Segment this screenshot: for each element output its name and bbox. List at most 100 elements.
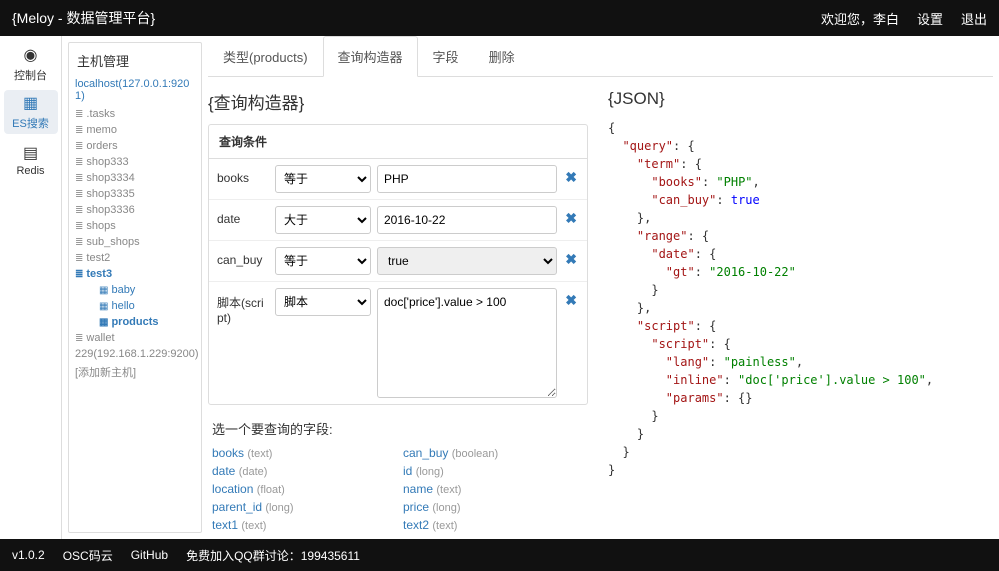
db-icon: ≣ <box>75 109 83 120</box>
tree-label: baby <box>111 284 135 296</box>
field-link[interactable]: books (text) <box>212 446 393 460</box>
field-link[interactable]: id (long) <box>403 464 584 478</box>
tree-label: sub_shops <box>86 236 139 248</box>
field-link[interactable]: date (date) <box>212 464 393 478</box>
db-icon: ≣ <box>75 237 83 248</box>
tree-label: wallet <box>86 332 114 344</box>
builder-title: {查询构造器} <box>208 89 588 114</box>
condition-value[interactable] <box>377 206 557 234</box>
tree-label: shop3336 <box>86 204 134 216</box>
tab-builder[interactable]: 查询构造器 <box>323 36 418 77</box>
condition-label: 脚本(script) <box>217 288 269 325</box>
tree-item[interactable]: ≣shop3334 <box>75 170 195 186</box>
db-icon: ≣ <box>75 189 83 200</box>
db-icon: ≣ <box>75 173 83 184</box>
operator-select[interactable]: 脚本 <box>275 288 371 316</box>
settings-link[interactable]: 设置 <box>917 9 943 28</box>
condition-row: date 大于 ✖ <box>209 200 587 241</box>
tab-delete[interactable]: 删除 <box>474 36 530 76</box>
tree-item[interactable]: ≣orders <box>75 138 195 154</box>
tree-item[interactable]: ▦baby <box>75 282 195 298</box>
tree-item[interactable]: ≣shop3336 <box>75 202 195 218</box>
condition-value[interactable] <box>377 165 557 193</box>
table-icon: ▦ <box>99 301 108 312</box>
db-icon: ≣ <box>75 141 83 152</box>
condition-row: 脚本(script)脚本 ✖ <box>209 282 587 404</box>
field-link[interactable]: location (float) <box>212 482 393 496</box>
nav-redis[interactable]: ▤ Redis <box>4 138 58 182</box>
host2-text[interactable]: 229(192.168.1.229:9200) <box>75 346 195 362</box>
nav-es[interactable]: ▦ ES搜索 <box>4 90 58 134</box>
add-host-link[interactable]: [添加新主机] <box>75 362 195 382</box>
operator-select[interactable]: 大于 <box>275 206 371 234</box>
tree-item[interactable]: ≣sub_shops <box>75 234 195 250</box>
tree-item[interactable]: ≣memo <box>75 122 195 138</box>
condition-value[interactable]: true <box>377 247 557 275</box>
tree-item[interactable]: ≣shops <box>75 218 195 234</box>
tree-label: products <box>111 316 158 328</box>
tree-item[interactable]: ≣shop3335 <box>75 186 195 202</box>
json-output: { "query": { "term": { "books": "PHP", "… <box>608 119 993 479</box>
tree-label: shop3334 <box>86 172 134 184</box>
tree-label: shops <box>86 220 115 232</box>
condition-value[interactable] <box>377 288 557 398</box>
field-link[interactable]: text2 (text) <box>403 518 584 532</box>
remove-icon[interactable]: ✖ <box>563 288 579 313</box>
footer-github[interactable]: GitHub <box>131 548 168 562</box>
footer-osc[interactable]: OSC码云 <box>63 547 113 564</box>
panel-header: 查询条件 <box>209 125 587 159</box>
db-icon: ≣ <box>75 221 83 232</box>
tree-item-test3[interactable]: ≣test3 <box>75 266 195 282</box>
app-title: {Meloy - 数据管理平台} <box>12 8 155 28</box>
tree-label: hello <box>111 300 134 312</box>
tree-label: test2 <box>86 252 110 264</box>
condition-label: date <box>217 206 269 226</box>
condition-row: can_buy 等于true✖ <box>209 241 587 282</box>
tree-label: shop3335 <box>86 188 134 200</box>
field-link[interactable]: name (text) <box>403 482 584 496</box>
operator-select[interactable]: 等于 <box>275 165 371 193</box>
tree-item-products[interactable]: ▦products <box>75 314 195 330</box>
logout-link[interactable]: 退出 <box>961 9 987 28</box>
es-icon: ▦ <box>23 93 38 113</box>
tree-label: shop333 <box>86 156 128 168</box>
tree-label: orders <box>86 140 117 152</box>
table-icon: ▦ <box>99 285 108 296</box>
condition-row: books 等于 ✖ <box>209 159 587 200</box>
table-icon: ▦ <box>99 317 108 328</box>
field-link[interactable]: text1 (text) <box>212 518 393 532</box>
db-icon: ≣ <box>75 269 83 280</box>
db-icon: ≣ <box>75 125 83 136</box>
db-icon: ≣ <box>75 333 83 344</box>
tree-label: .tasks <box>86 108 115 120</box>
nav-console[interactable]: ◉ 控制台 <box>4 42 58 86</box>
field-link[interactable]: price (long) <box>403 500 584 514</box>
tab-type[interactable]: 类型(products) <box>208 36 323 76</box>
tree-label: memo <box>86 124 117 136</box>
field-link[interactable]: parent_id (long) <box>212 500 393 514</box>
nav-console-label: 控制台 <box>14 67 47 83</box>
db-icon: ≣ <box>75 205 83 216</box>
nav-es-label: ES搜索 <box>12 115 49 131</box>
tree-label: test3 <box>86 268 112 280</box>
footer-qq[interactable]: 免费加入QQ群讨论：199435611 <box>186 547 360 564</box>
dashboard-icon: ◉ <box>24 45 38 65</box>
nav-redis-label: Redis <box>16 165 44 177</box>
operator-select[interactable]: 等于 <box>275 247 371 275</box>
remove-icon[interactable]: ✖ <box>563 206 579 231</box>
condition-label: books <box>217 165 269 185</box>
tree-item[interactable]: ▦hello <box>75 298 195 314</box>
db-icon: ≣ <box>75 253 83 264</box>
host-link[interactable]: localhost(127.0.0.1:9201) <box>75 78 195 102</box>
remove-icon[interactable]: ✖ <box>563 165 579 190</box>
field-link[interactable]: can_buy (boolean) <box>403 446 584 460</box>
tree-item[interactable]: ≣test2 <box>75 250 195 266</box>
tree-item[interactable]: ≣shop333 <box>75 154 195 170</box>
tab-fields[interactable]: 字段 <box>418 36 474 76</box>
tree-item-wallet[interactable]: ≣wallet <box>75 330 195 346</box>
tree-item[interactable]: ≣.tasks <box>75 106 195 122</box>
redis-icon: ▤ <box>23 143 38 163</box>
remove-icon[interactable]: ✖ <box>563 247 579 272</box>
condition-label: can_buy <box>217 247 269 267</box>
welcome-text: 欢迎您，李白 <box>821 9 899 28</box>
